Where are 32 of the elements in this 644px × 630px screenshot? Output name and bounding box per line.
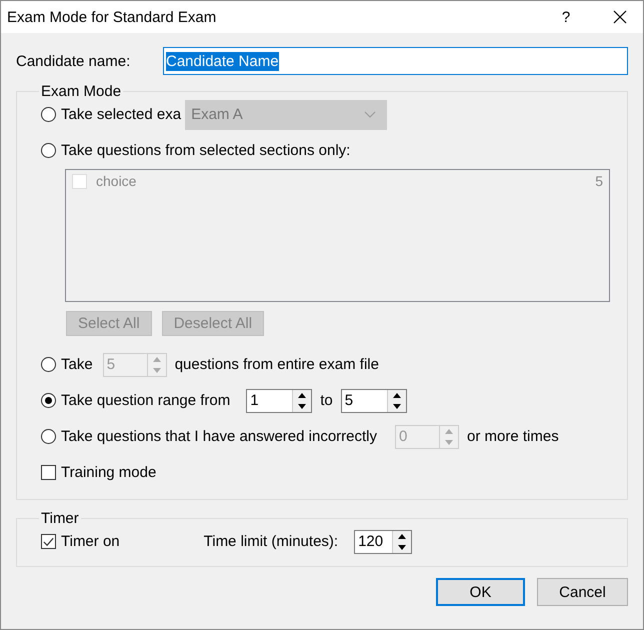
- candidate-name-label: Candidate name:: [16, 52, 132, 70]
- time-limit-label: Time limit (minutes):: [204, 533, 338, 550]
- radio-button[interactable]: [41, 429, 56, 444]
- help-button[interactable]: ?: [543, 1, 589, 33]
- caret-icon: [364, 111, 376, 118]
- option-label: Take selected exa: [61, 106, 182, 123]
- section-count: 5: [595, 173, 603, 189]
- option-label: Take question range from: [61, 392, 230, 409]
- group-title: Exam Mode: [40, 83, 122, 100]
- option-label: Timer on: [61, 533, 120, 550]
- option-label: Take questions that I have answered incorrectly: [61, 428, 378, 445]
- timer-on-checkbox[interactable]: [41, 534, 56, 549]
- ok-button[interactable]: OK: [436, 578, 525, 606]
- range-to-label: to: [320, 392, 333, 409]
- training-mode-checkbox[interactable]: [41, 465, 56, 480]
- section-name: choice: [96, 173, 138, 189]
- radio-button[interactable]: [41, 107, 56, 122]
- option-suffix: or more times: [467, 428, 559, 445]
- close-icon: [613, 10, 627, 24]
- number-spinner[interactable]: 1: [246, 388, 312, 412]
- option-label: Take: [61, 356, 93, 373]
- radio-button[interactable]: [41, 393, 56, 408]
- option-label: Training mode: [61, 464, 156, 481]
- option-suffix: questions from entire exam file: [174, 356, 379, 373]
- number-spinner[interactable]: 5: [340, 388, 407, 412]
- cancel-button[interactable]: Cancel: [537, 578, 628, 606]
- group-title: Timer: [40, 510, 80, 527]
- candidate-name-field[interactable]: Candidate Name: [163, 47, 628, 75]
- radio-button[interactable]: [41, 357, 56, 372]
- window-title: Exam Mode for Standard Exam: [7, 8, 218, 26]
- time-limit-spinner[interactable]: 120: [354, 530, 412, 554]
- option-label: Take questions from selected sections only:: [61, 142, 350, 159]
